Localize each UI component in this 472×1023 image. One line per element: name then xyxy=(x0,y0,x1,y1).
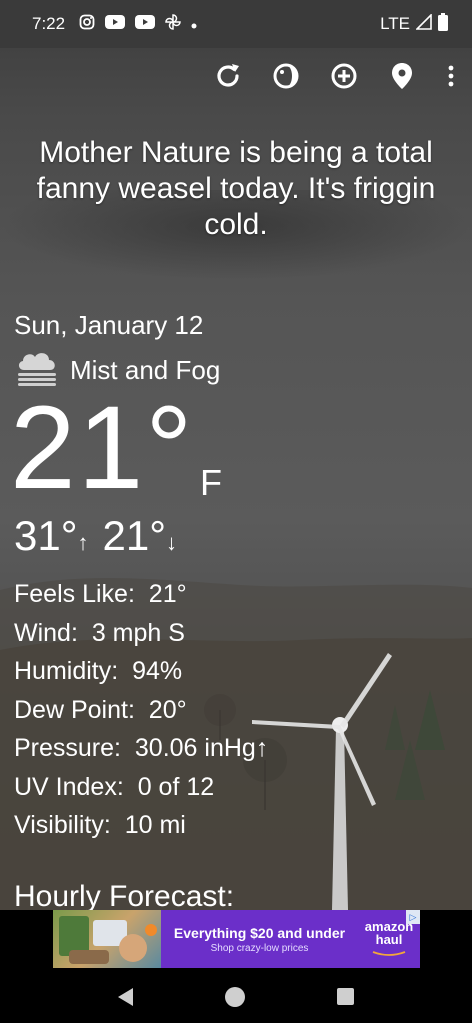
home-icon[interactable] xyxy=(225,986,245,1007)
add-location-icon[interactable] xyxy=(328,60,360,92)
temperature-unit: F xyxy=(200,462,222,503)
toolbar xyxy=(212,60,458,92)
refresh-icon[interactable] xyxy=(212,60,244,92)
hourly-forecast-heading: Hourly Forecast: xyxy=(14,880,235,913)
notification-icons xyxy=(79,13,197,35)
ad-banner[interactable]: Everything $20 and under Shop crazy-low … xyxy=(53,910,420,968)
detail-pressure: Pressure: 30.06 inHg↑ xyxy=(14,734,269,762)
youtube-icon xyxy=(105,14,126,34)
pinwheel-icon xyxy=(165,13,181,35)
detail-visibility: Visibility: 10 mi xyxy=(14,811,186,839)
current-date: Sun, January 12 xyxy=(14,310,204,340)
detail-feels-like: Feels Like: 21° xyxy=(14,580,187,608)
location-pin-icon[interactable] xyxy=(386,60,418,92)
low-temperature: 21° xyxy=(102,512,167,559)
detail-uv-index: UV Index: 0 of 12 xyxy=(14,772,215,801)
detail-humidity: Humidity: 94% xyxy=(14,657,183,685)
ad-subtitle: Shop crazy-low prices xyxy=(210,942,309,954)
more-vert-icon[interactable] xyxy=(444,60,458,92)
high-low-temperature: 31°↑ 21°↓ xyxy=(14,512,177,560)
weather-tagline: Mother Nature is being a total fanny wea… xyxy=(36,136,436,241)
network-type: LTE xyxy=(380,14,410,33)
status-right: LTE xyxy=(380,12,448,36)
detail-wind: Wind: 3 mph S xyxy=(14,618,185,647)
recents-icon[interactable] xyxy=(337,988,354,1005)
navigation-bar xyxy=(0,970,472,1023)
battery-icon xyxy=(438,12,448,36)
weather-app-screen: 7:22 LTE Mother Nature is being a total … xyxy=(0,0,472,1023)
detail-dew-point: Dew Point: 20° xyxy=(14,695,187,724)
status-time: 7:22 xyxy=(32,14,66,33)
dot-icon xyxy=(191,14,197,34)
up-arrow-icon: ↑ xyxy=(77,530,89,555)
ad-title: Everything $20 and under xyxy=(173,924,346,941)
ad-text: Everything $20 and under Shop crazy-low … xyxy=(161,925,358,954)
ad-choices-icon[interactable]: ▷ xyxy=(406,910,420,924)
signal-icon xyxy=(415,12,432,35)
current-temperature: 21° xyxy=(10,382,195,514)
youtube-icon xyxy=(135,14,156,34)
back-icon[interactable] xyxy=(118,987,133,1006)
instagram-icon xyxy=(79,14,95,35)
moon-phase-icon[interactable] xyxy=(270,60,302,92)
high-temperature: 31° xyxy=(14,512,78,559)
weather-details: Feels Like: 21° Wind: 3 mph S Humidity: … xyxy=(14,575,268,845)
amazon-haul-logo: amazon haul xyxy=(358,920,420,959)
ad-product-image xyxy=(53,910,161,968)
status-bar: 7:22 LTE xyxy=(0,0,472,48)
down-arrow-icon: ↓ xyxy=(166,530,178,555)
